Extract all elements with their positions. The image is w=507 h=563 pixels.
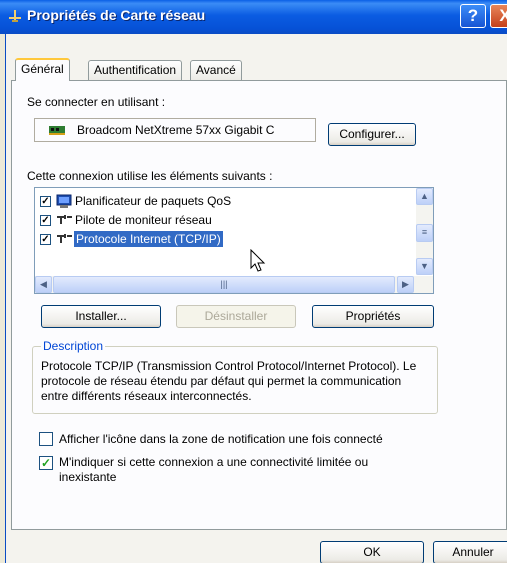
tab-advanced[interactable]: Avancé bbox=[190, 60, 242, 80]
tab-authentication[interactable]: Authentification bbox=[88, 60, 183, 80]
horizontal-scrollbar[interactable]: ◀ ||| ▶ bbox=[35, 276, 433, 293]
tcpip-label: Protocole Internet (TCP/IP) bbox=[74, 231, 223, 247]
close-button[interactable]: X bbox=[490, 4, 507, 28]
ok-button[interactable]: OK bbox=[320, 541, 424, 563]
uninstall-button: Désinstaller bbox=[176, 305, 296, 328]
show-icon-label: Afficher l'icône dans la zone de notific… bbox=[59, 432, 383, 446]
scroll-left-button[interactable]: ◀ bbox=[35, 276, 52, 293]
scroll-right-button[interactable]: ▶ bbox=[397, 276, 414, 293]
connect-using-label: Se connecter en utilisant : bbox=[27, 95, 166, 109]
components-list[interactable]: ✓ Planificateur de paquets QoS ✓ Pilote … bbox=[34, 187, 434, 294]
monitor-label: Pilote de moniteur réseau bbox=[75, 213, 212, 227]
cancel-button[interactable]: Annuler bbox=[433, 541, 507, 563]
properties-button[interactable]: Propriétés bbox=[312, 305, 434, 328]
window-title: Propriétés de Carte réseau bbox=[27, 7, 206, 23]
adapter-field: Broadcom NetXtreme 57xx Gigabit C bbox=[34, 118, 316, 142]
scroll-up-button[interactable]: ▲ bbox=[416, 188, 433, 205]
scroll-thumb[interactable]: ≡ bbox=[416, 224, 433, 242]
network-adapter-icon bbox=[9, 10, 21, 22]
install-button[interactable]: Installer... bbox=[41, 305, 161, 328]
qos-label: Planificateur de paquets QoS bbox=[75, 194, 232, 208]
title-bar[interactable]: Propriétés de Carte réseau ? X bbox=[0, 0, 507, 34]
mouse-cursor-icon bbox=[250, 249, 266, 272]
show-icon-checkbox[interactable] bbox=[39, 432, 53, 446]
vertical-scrollbar[interactable]: ▲ ≡ ▼ bbox=[416, 188, 433, 275]
qos-checkbox[interactable]: ✓ bbox=[40, 196, 51, 207]
scroll-down-button[interactable]: ▼ bbox=[416, 258, 433, 275]
notify-limited-checkbox[interactable]: ✓ bbox=[39, 456, 53, 470]
network-card-icon bbox=[49, 126, 65, 135]
horizontal-scroll-thumb[interactable]: ||| bbox=[53, 276, 395, 293]
network-cable-icon bbox=[57, 234, 72, 243]
adapter-name: Broadcom NetXtreme 57xx Gigabit C bbox=[77, 123, 275, 137]
description-title: Description bbox=[41, 339, 106, 353]
properties-dialog: Propriétés de Carte réseau ? X Général A… bbox=[0, 0, 507, 563]
tab-general[interactable]: Général bbox=[15, 58, 70, 81]
monitor-checkbox[interactable]: ✓ bbox=[40, 215, 51, 226]
configure-button[interactable]: Configurer... bbox=[328, 123, 416, 146]
tcpip-checkbox[interactable]: ✓ bbox=[40, 234, 51, 245]
description-group: Description Protocole TCP/IP (Transmissi… bbox=[32, 339, 438, 414]
notify-limited-label: M'indiquer si cette connexion a une conn… bbox=[59, 455, 369, 484]
description-text: Protocole TCP/IP (Transmission Control P… bbox=[41, 359, 417, 403]
components-label: Cette connexion utilise les éléments sui… bbox=[27, 169, 273, 183]
qos-icon bbox=[56, 194, 72, 208]
network-cable-icon bbox=[57, 215, 72, 224]
help-button[interactable]: ? bbox=[460, 4, 486, 28]
